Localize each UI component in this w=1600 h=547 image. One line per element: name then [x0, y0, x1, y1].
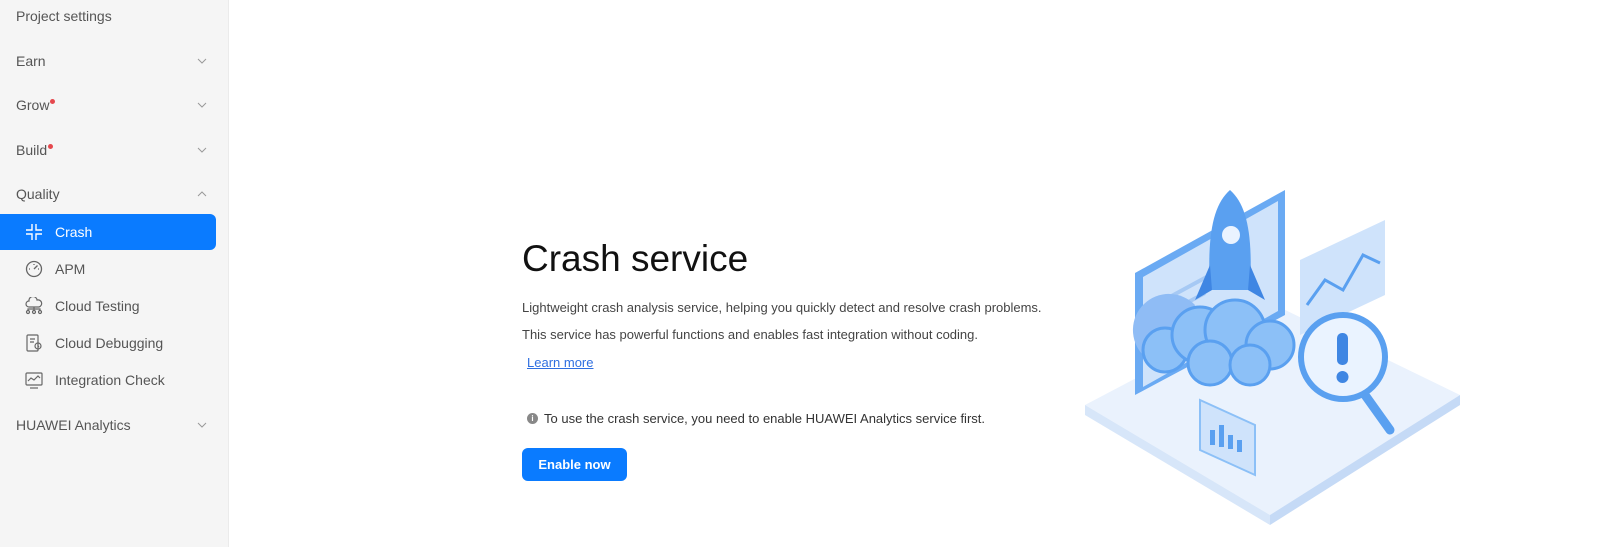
- nav-group-label: Quality: [16, 186, 60, 202]
- nav-group-label: Grow: [16, 97, 50, 113]
- notice-text: To use the crash service, you need to en…: [544, 411, 985, 426]
- sidebar-item-label: Crash: [55, 224, 93, 240]
- crash-icon: [24, 222, 44, 242]
- sidebar-item-label: APM: [55, 261, 86, 277]
- sidebar-item-label: Integration Check: [55, 372, 165, 388]
- crash-service-illustration: [1085, 190, 1460, 525]
- cloud-testing-icon: [24, 296, 44, 316]
- sidebar-item-label: Cloud Testing: [55, 298, 140, 314]
- nav-group-label: HUAWEI Analytics: [16, 417, 131, 433]
- enable-now-button[interactable]: Enable now: [522, 448, 627, 481]
- project-settings-link[interactable]: Project settings: [16, 8, 112, 24]
- nav-group-grow[interactable]: Grow: [0, 90, 229, 120]
- chevron-down-icon: [197, 58, 207, 64]
- sidebar: Project settings Earn Grow Build Quality…: [0, 0, 229, 547]
- page-title: Crash service: [522, 238, 749, 279]
- sidebar-item-cloud-testing[interactable]: Cloud Testing: [0, 288, 216, 324]
- integration-check-icon: [24, 370, 44, 390]
- gauge-icon: [24, 259, 44, 279]
- chevron-up-icon: [197, 191, 207, 197]
- chevron-down-icon: [197, 422, 207, 428]
- nav-group-label: Earn: [16, 53, 46, 69]
- cloud-debugging-icon: [24, 333, 44, 353]
- service-description-secondary: This service has powerful functions and …: [522, 327, 978, 342]
- chevron-down-icon: [197, 147, 207, 153]
- sidebar-item-integration-check[interactable]: Integration Check: [0, 362, 216, 398]
- service-description: Lightweight crash analysis service, help…: [522, 300, 1042, 315]
- notification-dot: [48, 144, 54, 149]
- nav-group-label: Build: [16, 142, 48, 158]
- nav-group-huawei-analytics[interactable]: HUAWEI Analytics: [0, 410, 229, 440]
- nav-group-quality[interactable]: Quality: [0, 179, 229, 209]
- chevron-down-icon: [197, 102, 207, 108]
- learn-more-link[interactable]: Learn more: [527, 355, 593, 370]
- sidebar-item-cloud-debugging[interactable]: Cloud Debugging: [0, 325, 216, 361]
- sidebar-item-label: Cloud Debugging: [55, 335, 164, 351]
- info-icon: i: [527, 413, 538, 424]
- analytics-required-notice: i To use the crash service, you need to …: [527, 411, 985, 426]
- nav-group-earn[interactable]: Earn: [0, 46, 229, 76]
- nav-group-build[interactable]: Build: [0, 135, 229, 165]
- sidebar-item-apm[interactable]: APM: [0, 251, 216, 287]
- sidebar-item-crash[interactable]: Crash: [0, 214, 216, 250]
- notification-dot: [50, 99, 56, 104]
